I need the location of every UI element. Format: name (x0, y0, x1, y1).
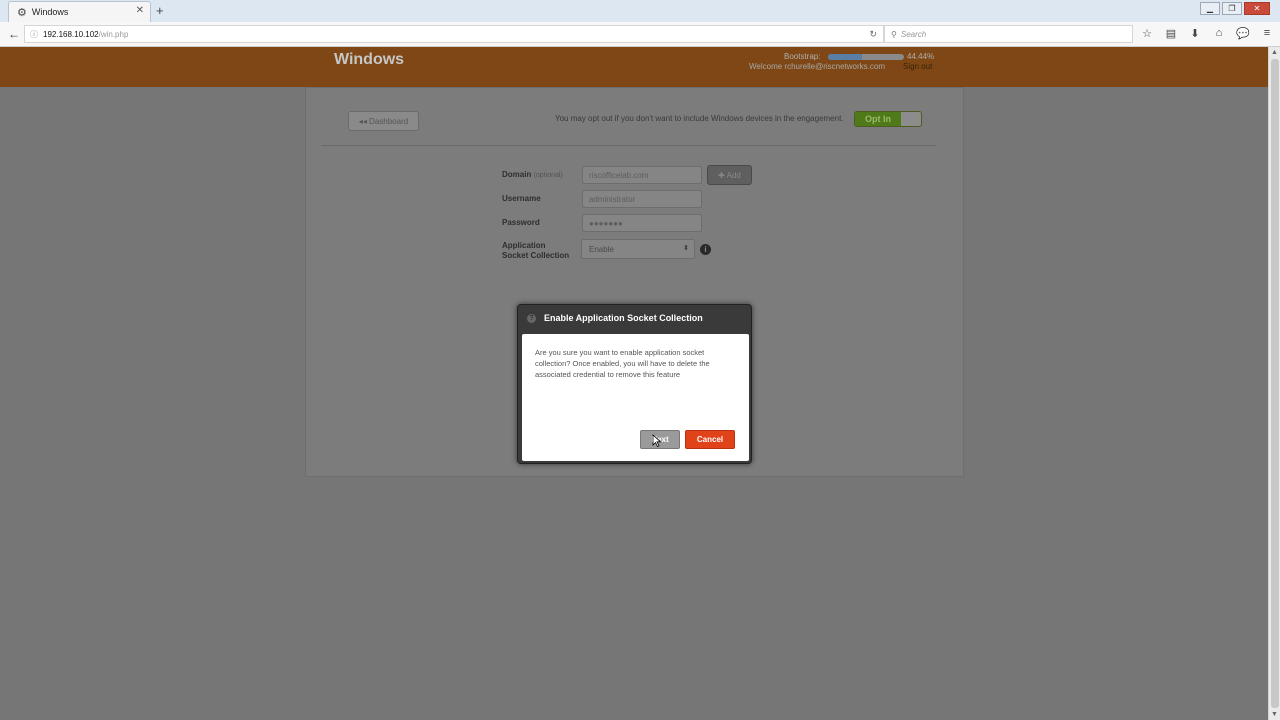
close-window-icon[interactable]: ✕ (1244, 2, 1270, 15)
bookmark-star-icon[interactable]: ☆ (1140, 27, 1154, 40)
cancel-button[interactable]: Cancel (685, 430, 735, 449)
search-placeholder: Search (900, 29, 927, 39)
bootstrap-progress-fill (828, 54, 862, 60)
url-path: /win.php (98, 29, 129, 39)
search-input[interactable]: ⚲ Search (884, 25, 1133, 43)
domain-field[interactable]: riscofficelab.com (582, 166, 702, 184)
info-icon[interactable]: i (700, 244, 711, 255)
reading-list-icon[interactable]: ▤ (1164, 27, 1178, 40)
app-socket-selected: Enable (589, 244, 614, 254)
dashboard-button[interactable]: ◂◂ Dashboard (348, 111, 419, 131)
back-arrow-icon[interactable]: ← (8, 27, 20, 41)
chat-icon[interactable]: 💬 (1236, 27, 1250, 40)
minimize-window-icon[interactable]: ▁ (1200, 2, 1220, 15)
gear-icon: ⚙ (17, 6, 27, 19)
username-label: Username (502, 194, 541, 203)
next-button[interactable]: Next (640, 430, 680, 449)
browser-tab[interactable]: ⚙ Windows ✕ (8, 1, 151, 22)
password-label: Password (502, 218, 540, 227)
welcome-text: Welcome rchurelle@riscnetworks.com (749, 62, 886, 71)
dialog-message: Are you sure you want to enable applicat… (535, 348, 710, 379)
password-field[interactable]: ●●●●●●● (582, 214, 702, 232)
app-socket-label: Application Socket Collection (502, 241, 569, 261)
restore-window-icon[interactable]: ❐ (1222, 2, 1242, 15)
page-title: Windows (334, 51, 405, 68)
domain-label: Domain (optional) (502, 170, 563, 181)
page-scrollbar[interactable]: ▲ ▼ (1268, 47, 1280, 720)
browser-toolbar-icons: ☆ ▤ ⬇ ⌂ 💬 ≡ (1140, 27, 1274, 40)
divider (321, 145, 936, 146)
site-info-icon[interactable]: ⓘ (30, 29, 38, 40)
address-bar[interactable]: ⓘ 192.168.10.102/win.php ↻ (24, 25, 884, 43)
help-icon: ? (527, 314, 536, 323)
menu-icon[interactable]: ≡ (1260, 27, 1274, 40)
toggle-knob[interactable] (901, 112, 921, 126)
scrollbar-thumb[interactable] (1271, 59, 1279, 708)
mouse-cursor-icon (652, 434, 662, 447)
close-tab-icon[interactable]: ✕ (136, 5, 144, 16)
domain-optional-text: (optional) (533, 172, 563, 179)
app-socket-label-line1: Application (502, 241, 546, 250)
scroll-up-icon[interactable]: ▲ (1271, 49, 1278, 56)
home-icon[interactable]: ⌂ (1212, 27, 1226, 40)
bootstrap-percent: 44.44% (907, 52, 935, 61)
dialog-title: Enable Application Socket Collection (544, 313, 703, 323)
browser-tab-strip: ⚙ Windows ✕ + ▁ ❐ ✕ (0, 0, 1280, 22)
app-socket-label-line2: Socket Collection (502, 251, 570, 260)
bootstrap-label: Bootstrap: (784, 52, 821, 61)
dialog-body: Are you sure you want to enable applicat… (522, 334, 749, 461)
username-field[interactable]: administrator (582, 190, 702, 208)
optin-label: Opt In (855, 112, 901, 126)
download-icon[interactable]: ⬇ (1188, 27, 1202, 40)
page-viewport: Windows Bootstrap: 44.44% Welcome rchure… (0, 47, 1268, 720)
optin-message: You may opt out if you don't want to inc… (555, 114, 844, 123)
new-tab-icon[interactable]: + (156, 3, 164, 18)
window-controls: ▁ ❐ ✕ (1200, 2, 1270, 15)
scroll-down-icon[interactable]: ▼ (1271, 711, 1278, 718)
url-host: 192.168.10.102 (43, 29, 99, 39)
reload-icon[interactable]: ↻ (869, 29, 877, 40)
optin-toggle[interactable]: Opt In (854, 111, 922, 127)
search-icon: ⚲ (891, 29, 897, 39)
app-header: Windows Bootstrap: 44.44% Welcome rchure… (0, 47, 1268, 87)
add-domain-button[interactable]: ✚ Add (707, 165, 752, 185)
select-arrows-icon: ⬍ (683, 245, 689, 252)
browser-nav-bar: ← ⓘ 192.168.10.102/win.php ↻ ⚲ Search ☆ … (0, 22, 1280, 47)
signout-link[interactable]: Sign out (903, 62, 932, 71)
app-socket-select[interactable]: Enable ⬍ (581, 239, 695, 259)
tab-title: Windows (31, 7, 69, 17)
domain-label-text: Domain (502, 170, 532, 179)
confirm-dialog: ? Enable Application Socket Collection A… (517, 304, 752, 464)
bootstrap-progress-bar (828, 54, 904, 60)
